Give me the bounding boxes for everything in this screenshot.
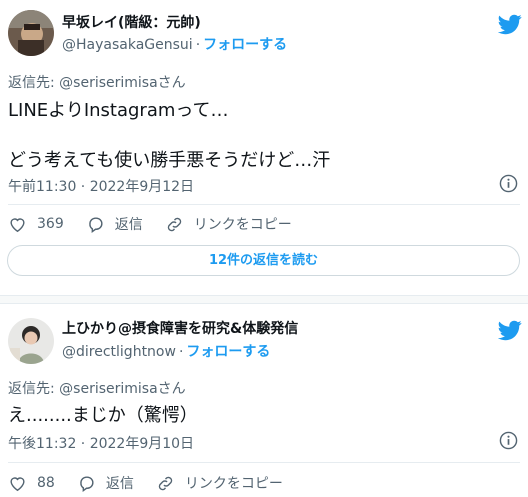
timestamp[interactable]: 午前11:30 · 2022年9月12日 bbox=[8, 176, 194, 196]
like-button[interactable]: 369 bbox=[8, 215, 64, 234]
avatar[interactable] bbox=[8, 10, 54, 56]
like-count: 88 bbox=[37, 475, 55, 491]
link-icon bbox=[158, 476, 173, 490]
reply-icon bbox=[88, 216, 103, 233]
reply-label: 返信 bbox=[105, 476, 134, 492]
heart-icon bbox=[10, 476, 25, 491]
copy-link-label: リンクをコピー bbox=[184, 476, 283, 492]
user-handle[interactable]: @HayasakaGensui bbox=[62, 37, 193, 53]
read-replies-button[interactable]: 12件の返信を読む bbox=[7, 245, 520, 276]
reply-button[interactable]: 返信 bbox=[77, 473, 134, 493]
tweet-card: 上ひかり@摂食障害を研究&体験発信 @directlightnow · フォローする… bbox=[0, 304, 528, 497]
tweet-text-line: どう考えても使い勝手悪そうだけど…汗 bbox=[8, 150, 331, 171]
timestamp[interactable]: 午後11:32 · 2022年9月10日 bbox=[8, 433, 194, 453]
heart-icon bbox=[10, 217, 25, 232]
like-button[interactable]: 88 bbox=[8, 474, 55, 493]
twitter-bird-icon[interactable] bbox=[498, 12, 522, 36]
copy-link-label: リンクをコピー bbox=[193, 217, 292, 233]
divider bbox=[8, 204, 520, 205]
reply-icon bbox=[80, 475, 94, 492]
info-icon[interactable] bbox=[499, 431, 518, 450]
tweet-card: 早坂レイ(階級：元帥) @HayasakaGensui · フォローする 返信先: … bbox=[0, 0, 528, 296]
separator-dot: · bbox=[195, 37, 201, 53]
tweet-text-line: LINEよりInstagramって… bbox=[8, 100, 229, 121]
reply-button[interactable]: 返信 bbox=[86, 214, 143, 234]
divider bbox=[8, 462, 520, 463]
handle-row: @HayasakaGensui · フォローする bbox=[62, 34, 287, 54]
link-icon bbox=[167, 217, 181, 231]
twitter-bird-icon[interactable] bbox=[498, 318, 522, 342]
display-name[interactable]: 早坂レイ(階級：元帥) bbox=[62, 12, 201, 32]
user-handle[interactable]: @directlightnow bbox=[62, 344, 176, 360]
follow-button[interactable]: フォローする bbox=[186, 344, 270, 360]
separator-dot: · bbox=[178, 344, 184, 360]
reply-label: 返信 bbox=[114, 217, 143, 233]
tweet-separator bbox=[0, 295, 528, 304]
display-name[interactable]: 上ひかり@摂食障害を研究&体験発信 bbox=[62, 318, 298, 338]
follow-button[interactable]: フォローする bbox=[203, 37, 287, 53]
handle-row: @directlightnow · フォローする bbox=[62, 341, 270, 361]
info-icon[interactable] bbox=[499, 174, 518, 193]
copy-link-button[interactable]: リンクをコピー bbox=[165, 214, 292, 234]
copy-link-button[interactable]: リンクをコピー bbox=[156, 473, 283, 493]
like-count: 369 bbox=[37, 216, 64, 232]
replying-to[interactable]: 返信先: @seriserimisaさん bbox=[8, 72, 186, 92]
tweet-text-line: え........まじか（驚愕） bbox=[8, 405, 198, 426]
avatar[interactable] bbox=[8, 318, 54, 364]
replying-to[interactable]: 返信先: @seriserimisaさん bbox=[8, 378, 186, 398]
action-bar: 88 返信 リンクをコピー bbox=[8, 473, 305, 493]
action-bar: 369 返信 リンクをコピー bbox=[8, 214, 314, 234]
